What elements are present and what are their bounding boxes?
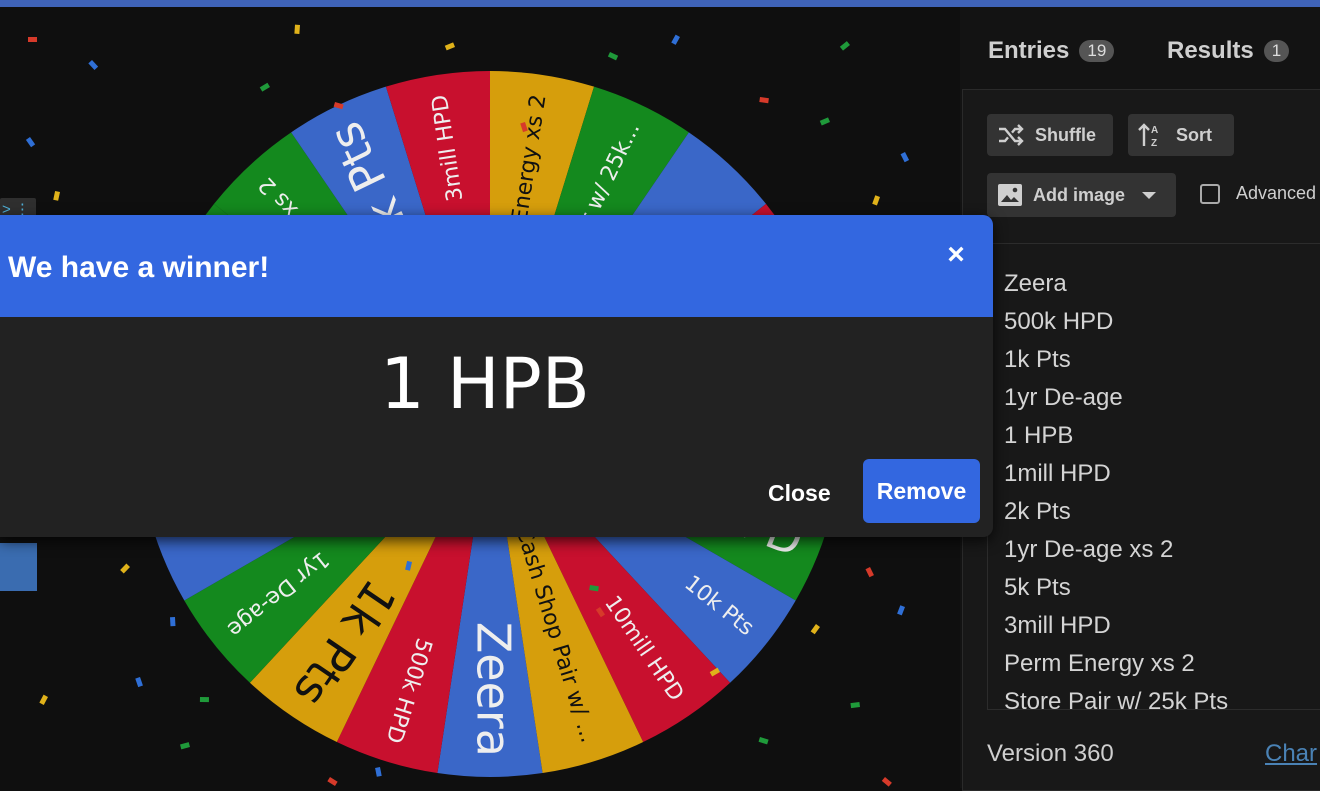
winner-dialog: We have a winner! × 1 HPB Close Remove	[0, 215, 993, 537]
confetti-piece	[25, 137, 36, 148]
confetti-piece	[53, 190, 60, 201]
tab-entries-label: Entries	[988, 37, 1070, 64]
close-icon[interactable]: ×	[942, 240, 970, 270]
confetti-piece	[88, 59, 99, 70]
list-item: 1mill HPD	[1004, 460, 1111, 487]
confetti-piece	[28, 37, 37, 42]
confetti-piece	[839, 41, 850, 51]
version-text: Version 360	[987, 740, 1114, 767]
chevron-down-icon	[1142, 192, 1157, 199]
sort-button[interactable]: A Z Sort	[1128, 114, 1234, 156]
confetti-piece	[819, 117, 830, 126]
advanced-label: Advanced	[1236, 183, 1317, 203]
entries-count-badge: 19	[1079, 40, 1115, 62]
image-icon	[998, 184, 1022, 206]
confetti-piece	[872, 195, 880, 206]
sort-icon: A Z	[1138, 123, 1158, 148]
add-image-label: Add image	[1033, 184, 1126, 205]
confetti-piece	[259, 82, 270, 92]
list-item: Store Pair w/ 25k Pts	[1004, 688, 1229, 710]
confetti-piece	[180, 742, 191, 750]
results-count-badge: 1	[1263, 40, 1290, 62]
confetti-piece	[39, 694, 49, 705]
add-image-button[interactable]: Add image	[987, 173, 1176, 217]
confetti-piece	[759, 96, 769, 104]
confetti-piece	[850, 702, 860, 709]
confetti-piece	[897, 605, 906, 616]
divider	[987, 243, 1320, 244]
confetti-piece	[444, 42, 456, 51]
sort-label: Sort	[1176, 124, 1212, 145]
shuffle-button[interactable]: Shuffle	[987, 114, 1113, 156]
confetti-piece	[900, 151, 910, 163]
dialog-title: We have a winner!	[8, 251, 270, 284]
list-item: 2k Pts	[1004, 498, 1071, 525]
confetti-piece	[375, 766, 382, 777]
confetti-piece	[294, 24, 300, 34]
dialog-header: We have a winner! ×	[0, 215, 993, 317]
confetti-piece	[810, 624, 821, 635]
confetti-piece	[327, 777, 338, 787]
entries-panel: Entries 19 Results 1 Shuffle A Z Sort Ad…	[960, 7, 1320, 791]
confetti-piece	[135, 677, 143, 688]
confetti-piece	[199, 697, 209, 703]
side-blue-tab[interactable]	[0, 543, 37, 591]
list-item: 5k Pts	[1004, 574, 1071, 601]
tab-results[interactable]: Results 1	[1167, 37, 1290, 89]
entries-list: Zeera 500k HPD 1k Pts 1yr De-age 1 HPB 1mill …	[1004, 265, 1229, 710]
list-item: 1yr De-age xs 2	[1004, 536, 1174, 563]
svg-text:Z: Z	[1151, 138, 1157, 148]
confetti-piece	[170, 616, 176, 627]
panel-tabs: Entries 19 Results 1	[960, 37, 1320, 118]
confetti-piece	[881, 776, 892, 787]
advanced-checkbox[interactable]	[1200, 184, 1220, 204]
shuffle-label: Shuffle	[1035, 124, 1096, 145]
confetti-piece	[671, 34, 681, 45]
list-item: 1 HPB	[1004, 422, 1074, 449]
list-item: Zeera	[1004, 270, 1067, 297]
list-item: 1yr De-age	[1004, 384, 1123, 411]
shuffle-icon	[999, 124, 1024, 146]
list-item: 3mill HPD	[1004, 612, 1111, 639]
list-item: 500k HPD	[1004, 308, 1114, 335]
confetti-piece	[758, 737, 769, 745]
confetti-piece	[607, 52, 619, 61]
confetti-piece	[120, 563, 130, 574]
wheel-segment-label: Zeera	[467, 622, 521, 757]
list-item: Perm Energy xs 2	[1004, 650, 1195, 677]
remove-button[interactable]: Remove	[863, 459, 980, 523]
tab-entries[interactable]: Entries 19	[988, 37, 1115, 89]
top-accent-bar	[0, 0, 1320, 7]
entries-textarea[interactable]: Zeera 500k HPD 1k Pts 1yr De-age 1 HPB 1mill …	[987, 245, 1320, 710]
svg-text:A: A	[1151, 125, 1158, 136]
close-button[interactable]: Close	[752, 473, 847, 513]
list-item: 1k Pts	[1004, 346, 1071, 373]
confetti-piece	[865, 567, 874, 578]
winner-text: 1 HPB	[380, 343, 590, 425]
changelog-link[interactable]: Char	[1265, 740, 1317, 768]
tab-results-label: Results	[1167, 37, 1254, 64]
